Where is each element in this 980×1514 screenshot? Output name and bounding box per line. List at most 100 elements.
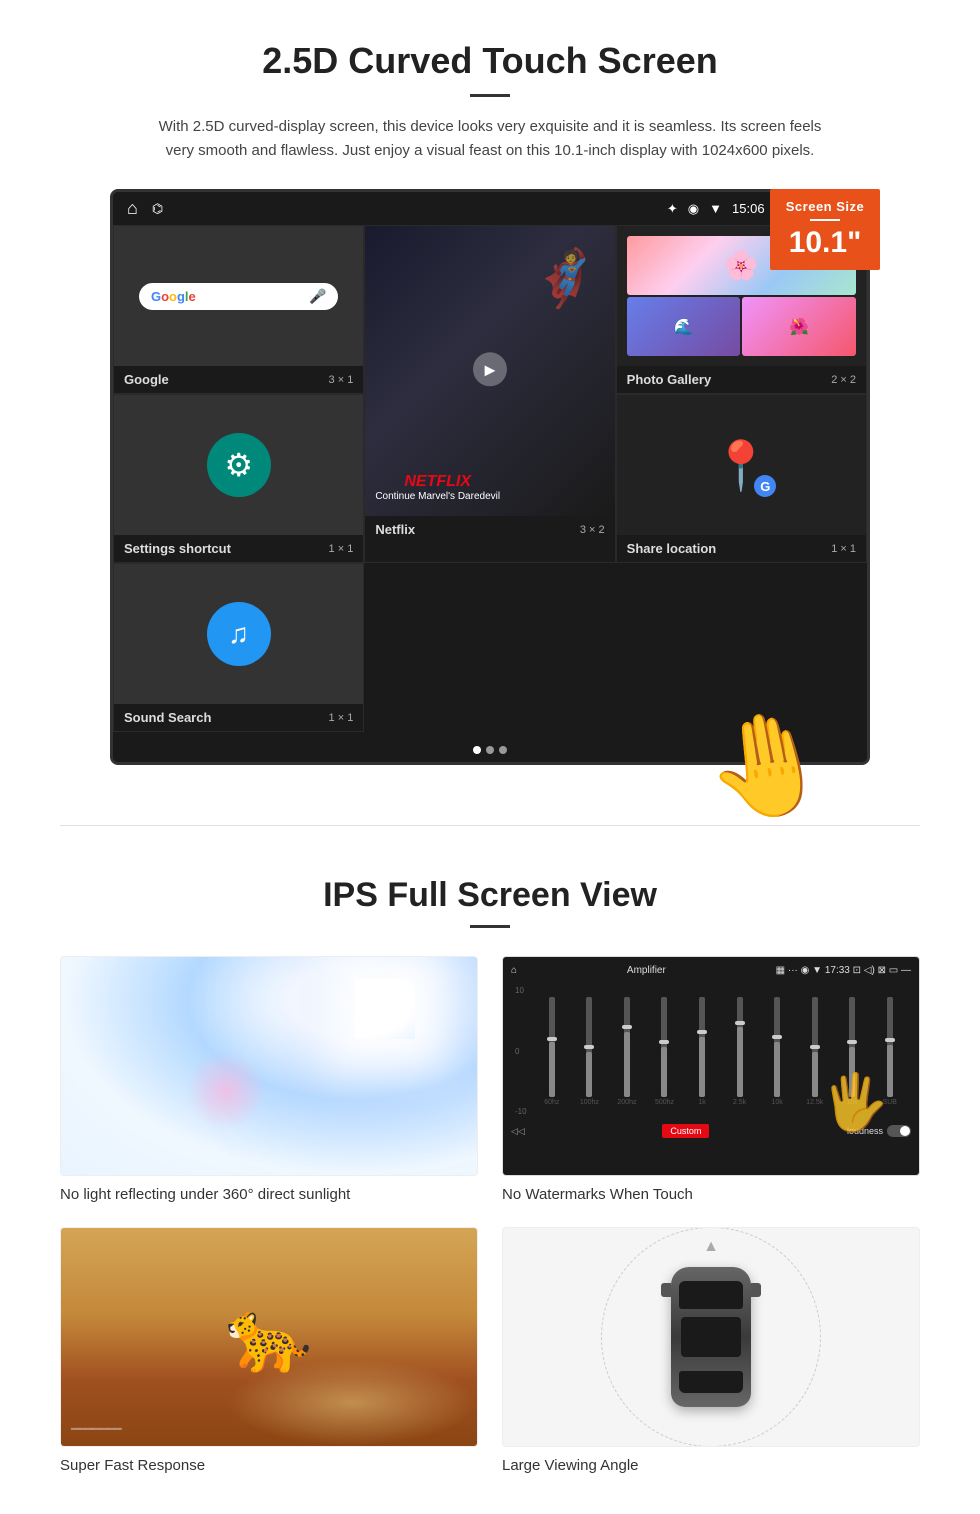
usb-icon: ⌬ (152, 201, 163, 217)
settings-label-row: Settings shortcut 1 × 1 (114, 535, 363, 562)
pager-dots (473, 746, 507, 754)
netflix-cell-inner: ▶ NETFLIX Continue Marvel's Daredevil 🦸 (365, 226, 614, 516)
photo-gallery-size: 2 × 2 (831, 374, 856, 386)
eq-track-8 (812, 997, 818, 1097)
eq-handle-5 (697, 1030, 707, 1034)
car-mirror-left (661, 1283, 671, 1297)
badge-label: Screen Size (778, 199, 872, 214)
title-underline (470, 94, 510, 97)
home-icon[interactable]: ⌂ (127, 198, 138, 219)
pager-dot-1[interactable] (473, 746, 481, 754)
settings-icon-area: ⚙ (114, 395, 363, 535)
pager-dot-2[interactable] (486, 746, 494, 754)
photo-thumb-3: 🌺 (742, 297, 856, 356)
amplifier-image: ⌂ Amplifier ▦ ··· ◉ ▼ 17:33 ⊡ ◁) ⊠ ▭ — 1… (502, 956, 920, 1176)
music-note-icon: ♫ (207, 602, 271, 666)
eq-handle-2 (584, 1045, 594, 1049)
sound-search-cell[interactable]: ♫ Sound Search 1 × 1 (113, 563, 364, 732)
car-rear-window (679, 1371, 743, 1393)
loudness-toggle[interactable] (887, 1125, 911, 1137)
pager-dot-3[interactable] (499, 746, 507, 754)
netflix-brand: NETFLIX (375, 473, 500, 491)
badge-size: 10.1" (778, 226, 872, 260)
sunlight-caption: No light reflecting under 360° direct su… (60, 1186, 478, 1203)
eq-track-5 (699, 997, 705, 1097)
eq-fill-6 (737, 1027, 743, 1097)
eq-track-3 (624, 997, 630, 1097)
cheetah-icon: 🐆 (225, 1296, 312, 1378)
eq-track-1 (549, 997, 555, 1097)
sound-search-label-row: Sound Search 1 × 1 (114, 704, 363, 731)
microphone-icon: 🎤 (309, 288, 326, 305)
feature-cheetah: 🐆 ━━━━━━━ Super Fast Response (60, 1227, 478, 1474)
share-icon-area: 📍 G (617, 395, 866, 535)
cheetah-image: 🐆 ━━━━━━━ (60, 1227, 478, 1447)
section1-description: With 2.5D curved-display screen, this de… (150, 115, 830, 163)
eq-fill-3 (624, 1032, 630, 1097)
device-frame: ⌂ ⌬ ✦ ◉ ▼ 15:06 ⊡ ◁) ⊠ ▭ (110, 189, 870, 765)
eq-track-7 (774, 997, 780, 1097)
share-location-size: 1 × 1 (831, 543, 856, 555)
car-mirror-right (751, 1283, 761, 1297)
eq-freq-3: 200hz (617, 1099, 636, 1106)
eq-freq-6: 2.5k (733, 1099, 746, 1106)
car-body (671, 1267, 751, 1407)
eq-track-2 (586, 997, 592, 1097)
feature-grid: No light reflecting under 360° direct su… (60, 956, 920, 1474)
eq-freq-4: 500hz (655, 1099, 674, 1106)
settings-cell[interactable]: ⚙ Settings shortcut 1 × 1 (113, 394, 364, 563)
eq-bar-2: 100hz (572, 997, 607, 1106)
eq-fill-2 (586, 1052, 592, 1097)
share-location-cell[interactable]: 📍 G Share location 1 × 1 (616, 394, 867, 563)
eq-freq-2: 100hz (580, 1099, 599, 1106)
car-bg: ▲ (503, 1228, 919, 1446)
google-size: 3 × 1 (329, 374, 354, 386)
eq-handle-10 (885, 1038, 895, 1042)
app-grid: Google 🎤 Google 3 × 1 (113, 225, 867, 732)
play-button[interactable]: ▶ (473, 352, 507, 386)
eq-bar-7: 10k (760, 997, 795, 1106)
amp-nav-left: ◁◁ (511, 1126, 525, 1137)
bluetooth-icon: ✦ (667, 201, 678, 217)
google-logo: Google (151, 289, 196, 304)
pager-area (113, 732, 867, 762)
eq-freq-1: 60hz (544, 1099, 559, 1106)
cheetah-bg: 🐆 ━━━━━━━ (61, 1228, 477, 1446)
amplifier-caption: No Watermarks When Touch (502, 1186, 920, 1203)
amp-custom-button[interactable]: Custom (662, 1124, 709, 1138)
section1-title: 2.5D Curved Touch Screen (60, 40, 920, 82)
amp-header: ⌂ Amplifier ▦ ··· ◉ ▼ 17:33 ⊡ ◁) ⊠ ▭ — (511, 965, 911, 976)
time-display: 15:06 (732, 201, 765, 216)
amplifier-bg: ⌂ Amplifier ▦ ··· ◉ ▼ 17:33 ⊡ ◁) ⊠ ▭ — 1… (503, 957, 919, 1175)
google-cell[interactable]: Google 🎤 Google 3 × 1 (113, 225, 364, 394)
sunlight-pink-glow (186, 1051, 266, 1131)
share-location-inner: 📍 G (617, 395, 866, 535)
eq-fill-8 (812, 1052, 818, 1097)
eq-freq-5: 1k (698, 1099, 705, 1106)
car-caption: Large Viewing Angle (502, 1457, 920, 1474)
eq-bar-6: 2.5k (722, 997, 757, 1106)
screen-size-badge: Screen Size 10.1" (770, 189, 880, 270)
sunlight-rays (355, 979, 415, 1039)
settings-label: Settings shortcut (124, 541, 231, 556)
amp-title: Amplifier (627, 965, 666, 976)
section-ips: IPS Full Screen View No light reflecting… (0, 856, 980, 1514)
status-left: ⌂ ⌬ (127, 198, 163, 219)
google-search-bar[interactable]: Google 🎤 (139, 283, 338, 310)
section-divider (60, 825, 920, 826)
sound-search-inner: ♫ (114, 564, 363, 704)
netflix-cell[interactable]: ▶ NETFLIX Continue Marvel's Daredevil 🦸 … (364, 225, 615, 563)
eq-handle-4 (659, 1040, 669, 1044)
eq-handle-6 (735, 1021, 745, 1025)
eq-bar-3: 200hz (610, 997, 645, 1106)
settings-size: 1 × 1 (329, 543, 354, 555)
photo-gallery-label-row: Photo Gallery 2 × 2 (617, 366, 866, 393)
eq-handle-9 (847, 1040, 857, 1044)
eq-handle-3 (622, 1025, 632, 1029)
eq-fill-1 (549, 1042, 555, 1097)
settings-cell-inner: ⚙ (114, 395, 363, 535)
car-direction-arrow: ▲ (703, 1238, 719, 1256)
eq-fill-4 (661, 1047, 667, 1097)
section-curved-screen: 2.5D Curved Touch Screen With 2.5D curve… (0, 0, 980, 795)
daredevil-figure: 🦸 (531, 246, 599, 311)
